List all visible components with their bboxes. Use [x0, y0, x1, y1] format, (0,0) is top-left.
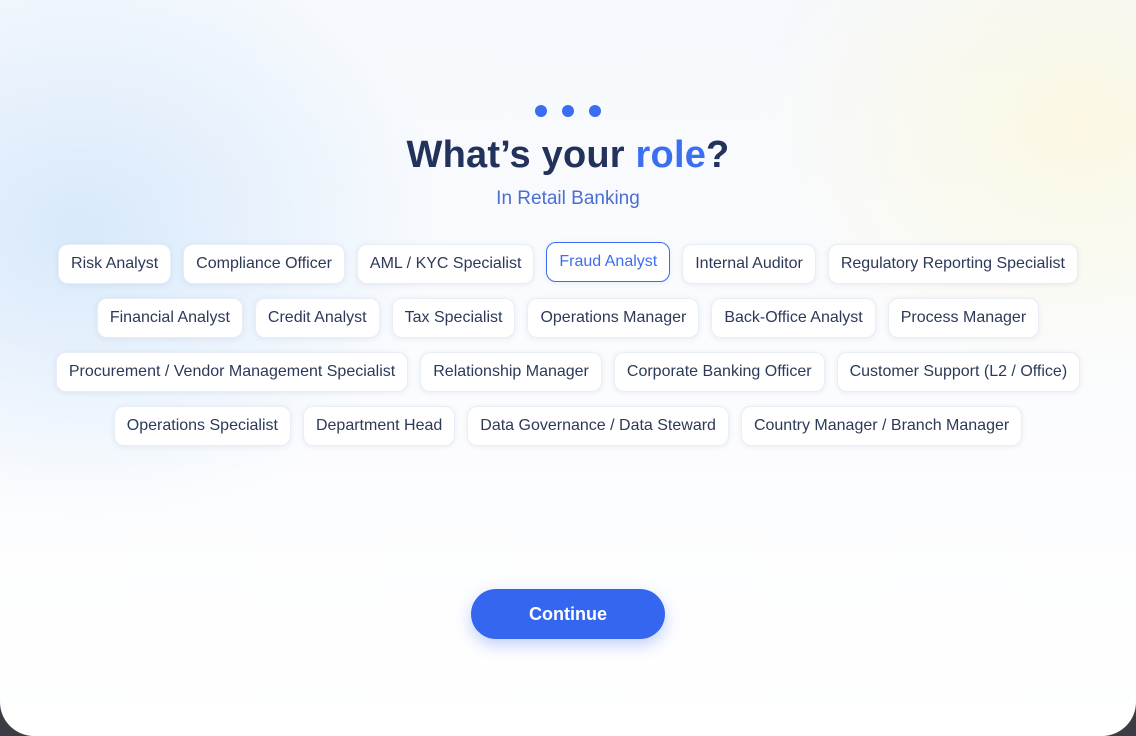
- progress-dot: [589, 105, 601, 117]
- progress-dot: [535, 105, 547, 117]
- role-chip[interactable]: Relationship Manager: [420, 352, 602, 392]
- role-chip-row-1: Risk Analyst Compliance Officer AML / KY…: [0, 242, 1136, 284]
- role-chip[interactable]: Corporate Banking Officer: [613, 352, 825, 392]
- role-chip[interactable]: Back-Office Analyst: [711, 298, 876, 338]
- onboarding-screen: What’s your role? In Retail Banking Risk…: [0, 0, 1136, 736]
- role-chip[interactable]: Procurement / Vendor Management Speciali…: [55, 352, 409, 392]
- role-chip[interactable]: AML / KYC Specialist: [356, 244, 535, 284]
- role-chip[interactable]: Compliance Officer: [183, 244, 345, 284]
- title-prefix: What’s your: [406, 134, 636, 176]
- continue-button[interactable]: Continue: [471, 589, 665, 639]
- role-chip[interactable]: Financial Analyst: [96, 298, 243, 338]
- role-chip[interactable]: Country Manager / Branch Manager: [740, 406, 1023, 446]
- role-chip[interactable]: Tax Specialist: [391, 298, 516, 338]
- progress-dot: [562, 105, 574, 117]
- page-subtitle: In Retail Banking: [496, 188, 640, 209]
- role-chip-row-4: Operations Specialist Department Head Da…: [0, 406, 1136, 446]
- role-chip-row-2: Financial Analyst Credit Analyst Tax Spe…: [0, 298, 1136, 338]
- role-chip[interactable]: Process Manager: [887, 298, 1040, 338]
- role-chip[interactable]: Credit Analyst: [254, 298, 380, 338]
- role-chip[interactable]: Customer Support (L2 / Office): [836, 352, 1081, 392]
- role-chip[interactable]: Data Governance / Data Steward: [467, 406, 729, 446]
- title-suffix: ?: [706, 134, 730, 176]
- title-accent: role: [635, 134, 707, 176]
- role-chip[interactable]: Operations Manager: [527, 298, 700, 338]
- role-chip[interactable]: Internal Auditor: [682, 244, 816, 284]
- role-chip-selected[interactable]: Fraud Analyst: [546, 242, 671, 282]
- role-chip[interactable]: Risk Analyst: [58, 244, 172, 284]
- role-chip[interactable]: Regulatory Reporting Specialist: [827, 244, 1078, 284]
- progress-dots: [0, 105, 1136, 117]
- role-chip[interactable]: Operations Specialist: [113, 406, 291, 446]
- role-chip-row-3: Procurement / Vendor Management Speciali…: [0, 352, 1136, 392]
- role-chip[interactable]: Department Head: [302, 406, 456, 446]
- page-title: What’s your role?: [0, 134, 1136, 177]
